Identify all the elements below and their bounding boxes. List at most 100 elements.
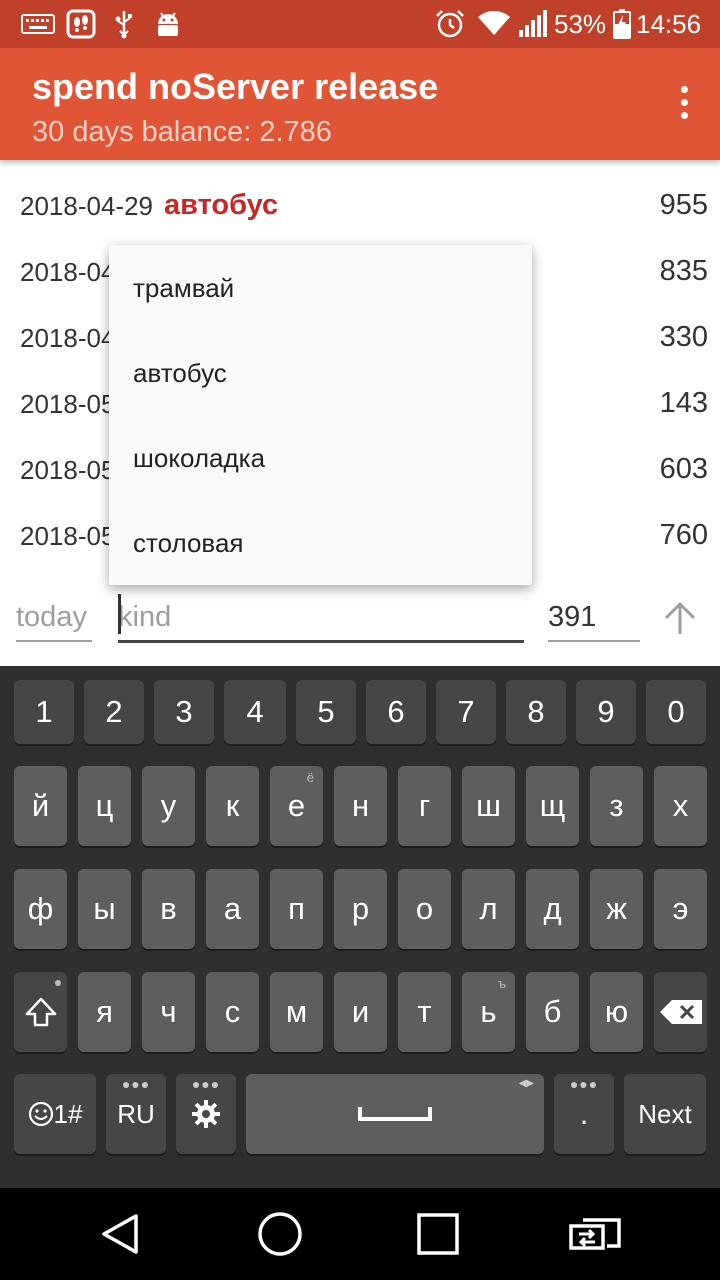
suggestion-label: трамвай xyxy=(133,273,235,303)
transaction-date: 2018-05 xyxy=(20,521,116,551)
date-field[interactable] xyxy=(16,594,92,642)
text-cursor xyxy=(118,594,121,634)
kind-input[interactable] xyxy=(118,594,524,643)
suggestion-item[interactable]: трамвай xyxy=(109,245,532,330)
key-к[interactable]: к xyxy=(206,766,259,846)
home-icon[interactable] xyxy=(250,1206,310,1262)
key-9[interactable]: 9 xyxy=(576,680,636,744)
amount-field[interactable] xyxy=(548,594,640,642)
symbols-label: 1# xyxy=(53,1098,83,1129)
key-ш[interactable]: ш xyxy=(462,766,515,846)
key-х[interactable]: х xyxy=(654,766,707,846)
balance-subtitle: 30 days balance: 2.786 xyxy=(32,116,332,148)
key-8[interactable]: 8 xyxy=(506,680,566,744)
key-й[interactable]: й xyxy=(14,766,67,846)
transaction-date: 2018-04 xyxy=(20,323,116,353)
key-3[interactable]: 3 xyxy=(154,680,214,744)
key-ы[interactable]: ы xyxy=(78,869,131,949)
wifi-icon xyxy=(476,8,512,40)
suggestion-label: шоколадка xyxy=(133,443,266,473)
key-г[interactable]: г xyxy=(398,766,451,846)
submit-arrow-up-icon[interactable] xyxy=(656,594,704,642)
battery-percent: 53% xyxy=(554,9,607,39)
suggestion-item[interactable]: шоколадка xyxy=(109,415,532,500)
cursor-arrows-icon: ◀▶ xyxy=(518,1078,534,1089)
key-о[interactable]: о xyxy=(398,869,451,949)
period-label: . xyxy=(579,1096,589,1131)
suggestion-item[interactable]: автобус xyxy=(109,330,532,415)
screen-mirror-icon[interactable] xyxy=(566,1206,626,1262)
key-п[interactable]: п xyxy=(270,869,323,949)
key-б[interactable]: б xyxy=(526,972,579,1052)
emoji-icon xyxy=(28,1101,53,1127)
space-key[interactable]: ◀▶ xyxy=(246,1074,544,1154)
transaction-row[interactable]: 2018-04-29 автобус 955 xyxy=(0,175,720,241)
key-д[interactable]: д xyxy=(526,869,579,949)
key-2[interactable]: 2 xyxy=(84,680,144,744)
next-key[interactable]: Next xyxy=(624,1074,706,1154)
transaction-amount: 603 xyxy=(659,453,708,485)
key-hint: ъ xyxy=(497,976,506,991)
transaction-date: 2018-04-29 xyxy=(20,191,153,221)
gear-icon xyxy=(192,1100,220,1128)
shift-key[interactable] xyxy=(14,972,67,1052)
key-е[interactable]: е ё xyxy=(270,766,323,846)
recents-icon[interactable] xyxy=(408,1206,468,1262)
key-в[interactable]: в xyxy=(142,869,195,949)
key-ч[interactable]: ч xyxy=(142,972,195,1052)
key-1[interactable]: 1 xyxy=(14,680,74,744)
key-hint: ё xyxy=(306,770,314,785)
period-key[interactable]: ●●● . xyxy=(554,1074,614,1154)
space-icon xyxy=(358,1107,432,1121)
key-ж[interactable]: ж xyxy=(590,869,643,949)
transaction-amount: 143 xyxy=(659,387,708,419)
transaction-date: 2018-04 xyxy=(20,257,116,287)
key-з[interactable]: з xyxy=(590,766,643,846)
transaction-date: 2018-05 xyxy=(20,455,116,485)
key-а[interactable]: а xyxy=(206,869,259,949)
key-у[interactable]: у xyxy=(142,766,195,846)
key-ц[interactable]: ц xyxy=(78,766,131,846)
key-щ[interactable]: щ xyxy=(526,766,579,846)
key-т[interactable]: т xyxy=(398,972,451,1052)
footprint-app-icon xyxy=(64,8,98,40)
key-э[interactable]: э xyxy=(654,869,707,949)
key-0[interactable]: 0 xyxy=(646,680,706,744)
suggestion-item[interactable]: столовая xyxy=(109,500,532,585)
shift-icon xyxy=(25,997,56,1027)
key-и[interactable]: и xyxy=(334,972,387,1052)
key-я[interactable]: я xyxy=(78,972,131,1052)
clock: 14:56 xyxy=(636,9,702,39)
key-6[interactable]: 6 xyxy=(366,680,426,744)
key-р[interactable]: р xyxy=(334,869,387,949)
transaction-date: 2018-05 xyxy=(20,389,116,419)
key-н[interactable]: н xyxy=(334,766,387,846)
transaction-kind: автобус xyxy=(164,189,279,221)
key-ь[interactable]: ь ъ xyxy=(462,972,515,1052)
backspace-key[interactable] xyxy=(654,972,707,1052)
key-5[interactable]: 5 xyxy=(296,680,356,744)
key-4[interactable]: 4 xyxy=(224,680,286,744)
settings-key[interactable]: ●●● xyxy=(176,1074,236,1154)
more-dots: ●●● xyxy=(121,1076,151,1092)
key-ю[interactable]: ю xyxy=(590,972,643,1052)
back-icon[interactable] xyxy=(90,1206,150,1262)
usb-icon xyxy=(110,8,138,40)
keyboard-icon xyxy=(18,8,58,40)
kind-suggestions-dropdown: трамвай автобус шоколадка столовая xyxy=(109,245,532,585)
key-7[interactable]: 7 xyxy=(436,680,496,744)
symbols-key[interactable]: 1# xyxy=(14,1074,96,1154)
key-ф[interactable]: ф xyxy=(14,869,67,949)
key-с[interactable]: с xyxy=(206,972,259,1052)
key-label: ь xyxy=(480,994,497,1029)
key-м[interactable]: м xyxy=(270,972,323,1052)
suggestion-label: автобус xyxy=(133,358,227,388)
battery-charging-icon xyxy=(610,8,634,40)
app-bar: spend noServer release 30 days balance: … xyxy=(0,48,720,160)
overflow-menu-icon[interactable] xyxy=(676,86,692,126)
transaction-amount: 835 xyxy=(659,255,708,287)
language-key[interactable]: ●●● RU xyxy=(106,1074,166,1154)
navigation-bar xyxy=(0,1188,720,1280)
backspace-icon xyxy=(659,1000,702,1024)
key-л[interactable]: л xyxy=(462,869,515,949)
